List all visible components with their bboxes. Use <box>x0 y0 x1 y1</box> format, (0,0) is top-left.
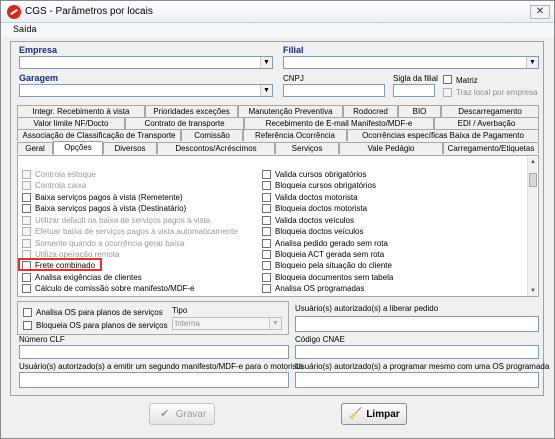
bloqueia-os-label: Bloqueia OS para planos de serviços <box>36 321 168 330</box>
checkbox[interactable] <box>262 284 271 293</box>
checkbox[interactable] <box>22 193 31 202</box>
tab-comissao[interactable]: Comissão <box>181 129 243 141</box>
tab-integr-recebimento[interactable]: Integr. Recebimento à vista <box>17 105 145 117</box>
sigla-filial-input[interactable] <box>393 84 435 97</box>
checkbox[interactable] <box>22 239 31 248</box>
menu-saida[interactable]: Saída <box>13 24 37 34</box>
cnpj-label: CNPJ <box>283 74 304 83</box>
numero-clf-input[interactable] <box>19 345 289 359</box>
tab-descarregamento[interactable]: Descarregamento <box>441 105 539 117</box>
filial-combo[interactable]: ▼ <box>283 56 539 69</box>
tab-recebimento-email[interactable]: Recebimento de E-mail Manifesto/MDF-e <box>244 117 434 129</box>
tipo-label: Tipo <box>172 306 188 315</box>
analisa-os-label: Analisa OS para planos de serviços <box>36 308 163 317</box>
tab-descontos-acrescimos[interactable]: Descontos/Acréscimos <box>157 142 275 154</box>
tab-valor-limite[interactable]: Valor limite NF/Docto <box>17 117 125 129</box>
sigla-filial-label: Sigla da filial <box>393 74 438 83</box>
liberar-pedido-input[interactable] <box>295 316 539 332</box>
window-title: CGS - Parâmetros por locais <box>25 6 153 17</box>
garagem-combo[interactable]: ▼ <box>19 84 273 97</box>
checkmark-icon: ✔ <box>160 408 170 420</box>
checkbox[interactable] <box>262 273 271 282</box>
tab-manutencao-preventiva[interactable]: Manutenção Preventiva <box>238 105 343 117</box>
os-planos-group: Analisa OS para planos de serviços Bloqu… <box>17 301 289 335</box>
checkbox[interactable] <box>262 239 271 248</box>
gravar-button[interactable]: ✔ Gravar <box>149 403 215 425</box>
limpar-button[interactable]: 🧹 Limpar <box>341 403 407 425</box>
title-bar: CGS - Parâmetros por locais ✕ <box>1 1 554 23</box>
programar-os-input[interactable] <box>295 372 539 388</box>
tab-row-4: Geral Opções Diversos Descontos/Acréscim… <box>17 141 539 155</box>
menu-bar: Saída <box>1 23 554 37</box>
chevron-down-icon[interactable]: ▼ <box>526 57 538 68</box>
scroll-up-icon[interactable]: ▲ <box>528 157 538 167</box>
options-tab-content: Controla estoque Controla caixa Baixa se… <box>17 155 539 297</box>
checkbox[interactable] <box>22 227 31 236</box>
checkbox[interactable] <box>262 261 271 270</box>
numero-clf-label: Número CLF <box>19 335 65 344</box>
checkbox[interactable] <box>22 181 31 190</box>
tab-diversos[interactable]: Diversos <box>103 142 157 154</box>
empresa-combo[interactable]: ▼ <box>19 56 273 69</box>
checkbox[interactable] <box>22 284 31 293</box>
codigo-cnae-input[interactable] <box>295 345 539 359</box>
liberar-pedido-label: Usuário(s) autorizado(s) a liberar pedid… <box>295 304 439 313</box>
checkbox[interactable] <box>262 227 271 236</box>
garagem-label: Garagem <box>19 73 59 83</box>
matriz-label: Matriz <box>456 76 478 85</box>
checkbox[interactable] <box>262 181 271 190</box>
tab-referencia-ocorrencia[interactable]: Referência Ocorrência <box>243 129 347 141</box>
segundo-manifesto-label: Usuário(s) autorizado(s) a emitir um seg… <box>19 362 304 371</box>
tab-servicos[interactable]: Serviços <box>275 142 339 154</box>
traz-local-label: Traz local por empresa <box>456 88 538 97</box>
bloqueia-os-checkbox[interactable] <box>23 321 32 330</box>
checkbox[interactable] <box>22 216 31 225</box>
matriz-checkbox[interactable] <box>443 75 452 84</box>
tab-associacao-classificacao[interactable]: Associação de Classificação de Transport… <box>17 129 181 141</box>
tab-geral[interactable]: Geral <box>17 142 53 154</box>
scrollbar-thumb[interactable] <box>529 173 537 187</box>
checkbox[interactable] <box>262 216 271 225</box>
tab-rodocred[interactable]: Rodocred <box>343 105 398 117</box>
checkbox[interactable] <box>262 204 271 213</box>
tipo-select[interactable]: Interna ▼ <box>172 317 282 330</box>
options-scrollbar[interactable]: ▲ ▼ <box>527 157 537 296</box>
tab-row-1: Integr. Recebimento à vista Prioridades … <box>17 105 539 117</box>
checkbox[interactable] <box>262 193 271 202</box>
main-window: CGS - Parâmetros por locais ✕ Saída Empr… <box>0 0 555 439</box>
cnpj-input[interactable] <box>283 84 385 97</box>
tab-prioridades-excecoes[interactable]: Prioridades exceções <box>145 105 238 117</box>
checkbox[interactable] <box>262 250 271 259</box>
segundo-manifesto-input[interactable] <box>19 372 289 388</box>
scroll-down-icon[interactable]: ▼ <box>528 286 538 296</box>
app-logo-icon <box>7 5 21 19</box>
filial-label: Filial <box>283 45 304 55</box>
tab-opcoes[interactable]: Opções <box>53 141 103 155</box>
empresa-label: Empresa <box>19 45 58 55</box>
tab-vale-pedagio[interactable]: Vale Pedágio <box>339 142 443 154</box>
chevron-down-icon[interactable]: ▼ <box>269 318 281 329</box>
checkbox[interactable] <box>22 204 31 213</box>
chevron-down-icon[interactable]: ▼ <box>260 85 272 96</box>
parameters-panel: Empresa ▼ Filial ▼ Garagem ▼ CNPJ Sigla … <box>10 41 549 396</box>
traz-local-checkbox[interactable] <box>443 88 452 97</box>
tab-row-3: Associação de Classificação de Transport… <box>17 129 539 141</box>
tab-edi-averbacao[interactable]: EDI / Averbação <box>434 117 539 129</box>
analisa-os-checkbox[interactable] <box>23 308 32 317</box>
codigo-cnae-label: Código CNAE <box>295 335 345 344</box>
tipo-value: Interna <box>175 319 200 328</box>
tab-bio[interactable]: BIO <box>398 105 441 117</box>
programar-os-label: Usuário(s) autorizado(s) a programar mes… <box>295 362 550 371</box>
chevron-down-icon[interactable]: ▼ <box>260 57 272 68</box>
tab-ocorrencias-baixa[interactable]: Ocorrências específicas Baixa de Pagamen… <box>347 129 539 141</box>
close-button[interactable]: ✕ <box>530 5 550 19</box>
checkbox[interactable] <box>262 170 271 179</box>
tab-row-2: Valor limite NF/Docto Contrato de transp… <box>17 117 539 129</box>
tab-carregamento-etiquetas[interactable]: Carregamento/Etiquetas <box>443 142 539 154</box>
checkbox[interactable] <box>22 170 31 179</box>
checkbox[interactable] <box>22 273 31 282</box>
frete-combinado-highlight <box>18 258 102 271</box>
broom-icon: 🧹 <box>348 408 363 420</box>
tab-contrato-transporte[interactable]: Contrato de transporte <box>125 117 244 129</box>
